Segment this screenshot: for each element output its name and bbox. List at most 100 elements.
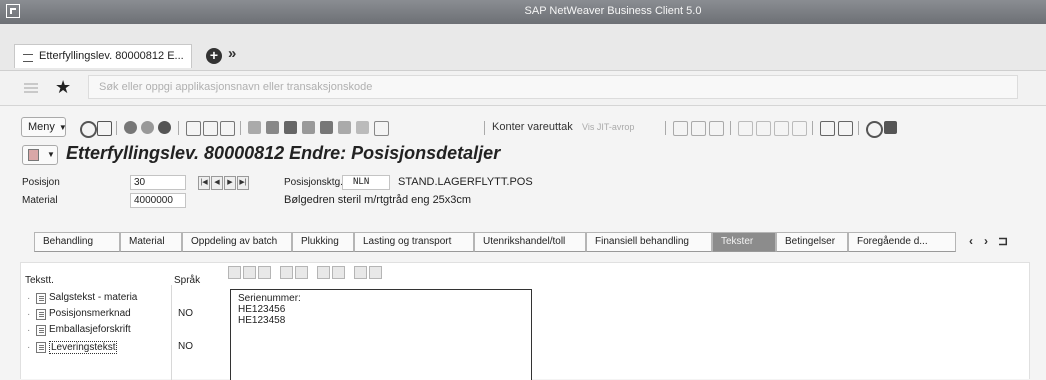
more-tabs-icon[interactable]: » xyxy=(228,45,236,62)
tab-oppdeling-av-batch[interactable]: Oppdeling av batch xyxy=(182,232,292,252)
copy-icon[interactable] xyxy=(203,121,218,136)
search-placeholder: Søk eller oppgi applikasjonsnavn eller t… xyxy=(99,81,373,93)
last-item-icon[interactable]: ▶| xyxy=(237,176,249,190)
toolbar-separator xyxy=(116,121,117,135)
find-next-icon[interactable] xyxy=(332,266,345,279)
tab-strip: Etterfyllingslev. 80000812 E... + » xyxy=(0,24,1046,71)
back-icon[interactable] xyxy=(80,121,97,138)
vis-jit-avrop-button[interactable]: Vis JIT-avrop xyxy=(582,122,634,132)
first-item-icon[interactable]: |◀ xyxy=(198,176,210,190)
text-type-row[interactable]: · Emballasjeforskrift xyxy=(25,324,210,340)
material-field[interactable]: 4000000 xyxy=(130,193,186,208)
text-document-icon xyxy=(36,325,46,336)
page-title-bar: ▼ Etterfyllingslev. 80000812 Endre: Posi… xyxy=(0,140,1046,168)
tab-utenrikshandel-toll[interactable]: Utenrikshandel/toll xyxy=(474,232,586,252)
add-tab-icon[interactable]: + xyxy=(206,48,222,64)
text-language: NO xyxy=(178,341,193,352)
posisjonskategori-description: STAND.LAGERFLYTT.POS xyxy=(398,176,533,188)
delete-icon[interactable] xyxy=(220,121,235,136)
tab-label: Etterfyllingslev. 80000812 E... xyxy=(39,50,184,62)
tab-lasting-og-transport[interactable]: Lasting og transport xyxy=(354,232,474,252)
scroll-tabs-left-icon[interactable]: ‹ xyxy=(969,234,973,248)
item-icon[interactable] xyxy=(248,121,261,134)
item-header-form: Posisjon 30 |◀ ◀ ▶ ▶| Posisjonsktg. NLN … xyxy=(0,170,1046,230)
document-flow-icon[interactable] xyxy=(356,121,369,134)
application-toolbar: Meny ▼ Konter vareuttak Vis JIT-avrop xyxy=(0,115,1046,141)
next-page-icon[interactable] xyxy=(774,121,789,136)
stock-icon[interactable] xyxy=(266,121,279,134)
paste-icon[interactable] xyxy=(258,266,271,279)
status-icon[interactable] xyxy=(374,121,389,136)
tab-foregaende[interactable]: Foregående d... xyxy=(848,232,956,252)
first-page-icon[interactable] xyxy=(738,121,753,136)
window-titlebar: SAP NetWeaver Business Client 5.0 xyxy=(0,0,1046,24)
text-type-row[interactable]: · Salgstekst - materia xyxy=(25,292,210,308)
tab-plukking[interactable]: Plukking xyxy=(292,232,354,252)
tab-behandling[interactable]: Behandling xyxy=(34,232,120,252)
text-type-name: Emballasjeforskrift xyxy=(49,324,131,335)
toolbar-separator xyxy=(730,121,731,135)
shortcut-icon[interactable] xyxy=(838,121,853,136)
material-description: Bølgedren steril m/rtgtråd eng 25x3cm xyxy=(284,194,472,206)
editor-line: Serienummer: xyxy=(238,293,301,304)
tab-tekster[interactable]: Tekster xyxy=(712,232,776,252)
new-session-icon[interactable] xyxy=(820,121,835,136)
toolbar-separator xyxy=(178,121,179,135)
partner-icon[interactable] xyxy=(338,121,351,134)
overview-icon[interactable] xyxy=(158,121,171,134)
text-document-icon xyxy=(36,293,46,304)
tab-list-icon[interactable]: ⊐ xyxy=(998,234,1008,248)
display-icon[interactable] xyxy=(124,121,137,134)
fields-icon[interactable] xyxy=(320,121,333,134)
cut-icon[interactable] xyxy=(228,266,241,279)
search-input[interactable]: Søk eller oppgi applikasjonsnavn eller t… xyxy=(88,75,1018,99)
menu-label: Meny xyxy=(28,121,55,133)
next-item-icon[interactable]: ▶ xyxy=(224,176,236,190)
previous-page-icon[interactable] xyxy=(756,121,771,136)
copy-icon[interactable] xyxy=(243,266,256,279)
save-icon[interactable] xyxy=(97,121,112,136)
toolbar-separator xyxy=(812,121,813,135)
tab-betingelser[interactable]: Betingelser xyxy=(776,232,848,252)
text-document-icon xyxy=(36,342,46,353)
page-title: Etterfyllingslev. 80000812 Endre: Posisj… xyxy=(66,143,501,163)
text-editor[interactable]: Serienummer: HE123456 HE123458 xyxy=(230,289,532,380)
bullet: · xyxy=(27,325,31,336)
tab-finansiell-behandling[interactable]: Finansiell behandling xyxy=(586,232,712,252)
posisjon-field[interactable]: 30 xyxy=(130,175,186,190)
material-label: Material xyxy=(22,195,58,206)
posisjonskategori-label: Posisjonsktg. xyxy=(284,177,343,188)
konter-vareuttak-button[interactable]: Konter vareuttak xyxy=(492,121,573,133)
toolbar-separator xyxy=(240,121,241,135)
change-icon[interactable] xyxy=(141,121,154,134)
find-icon[interactable] xyxy=(317,266,330,279)
previous-item-icon[interactable] xyxy=(673,121,688,136)
document-type-button[interactable]: ▼ xyxy=(22,145,58,165)
text-type-row[interactable]: · Posisjonsmerknad NO xyxy=(25,308,210,324)
print-icon[interactable] xyxy=(284,121,297,134)
next-item-icon[interactable] xyxy=(691,121,706,136)
menu-button[interactable]: Meny ▼ xyxy=(21,117,67,137)
posisjon-label: Posisjon xyxy=(22,177,60,188)
last-page-icon[interactable] xyxy=(792,121,807,136)
save-text-icon[interactable] xyxy=(369,266,382,279)
text-type-row-selected[interactable]: · Leveringstekst NO xyxy=(25,341,210,357)
header-icon[interactable] xyxy=(186,121,201,136)
scroll-tabs-right-icon[interactable]: › xyxy=(984,234,988,248)
posisjonskategori-field[interactable]: NLN xyxy=(342,175,390,190)
other-item-icon[interactable] xyxy=(709,121,724,136)
help-icon[interactable] xyxy=(866,121,883,138)
tab-etterfyllingslev[interactable]: Etterfyllingslev. 80000812 E... xyxy=(14,44,192,68)
hamburger-menu-icon[interactable] xyxy=(24,83,38,93)
editor-line: HE123458 xyxy=(238,315,286,326)
redo-icon[interactable] xyxy=(295,266,308,279)
bullet: · xyxy=(27,309,31,320)
previous-item-icon[interactable]: ◀ xyxy=(211,176,223,190)
load-icon[interactable] xyxy=(354,266,367,279)
settings-icon[interactable] xyxy=(884,121,897,134)
undo-icon[interactable] xyxy=(280,266,293,279)
favorites-star-icon[interactable]: ★ xyxy=(55,77,71,98)
calendar-icon[interactable] xyxy=(302,121,315,134)
text-language: NO xyxy=(178,308,193,319)
tab-material[interactable]: Material xyxy=(120,232,182,252)
